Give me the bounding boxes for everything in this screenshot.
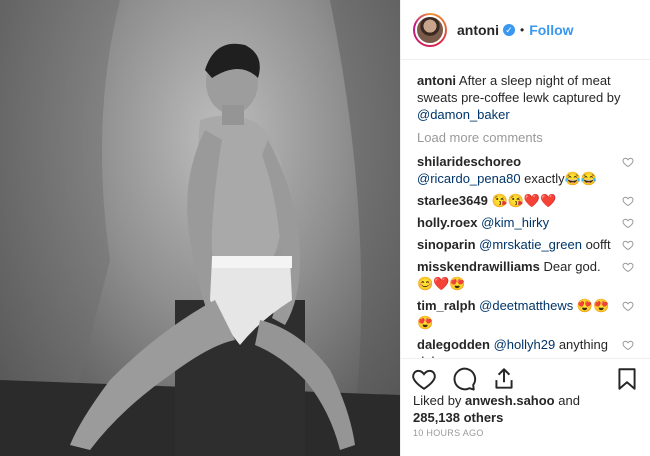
comment-mention[interactable]: @mrskatie_green <box>479 237 582 252</box>
bookmark-icon[interactable] <box>614 366 640 392</box>
header-username[interactable]: antoni <box>457 22 499 38</box>
comment-row: holly.roex @kim_hirky <box>417 214 634 231</box>
verified-badge-icon: ✓ <box>503 23 515 36</box>
comment-username[interactable]: sinoparin <box>417 237 476 252</box>
comment-text: sinoparin @mrskatie_green oofft <box>417 236 622 253</box>
comment-mention[interactable]: @hollyh29 <box>494 337 556 352</box>
likes-prefix: Liked by <box>413 393 462 408</box>
post-side-panel: antoni ✓ • Follow antoni After a sleep n… <box>400 0 650 456</box>
small-heart-icon[interactable] <box>622 195 634 207</box>
header-separator: • <box>520 22 525 37</box>
comment-text: dalegodden @hollyh29 anything duh <box>417 336 622 358</box>
load-more-comments-button[interactable]: Load more comments <box>417 129 634 146</box>
small-heart-icon[interactable] <box>622 239 634 251</box>
comment-username[interactable]: shilarideschoreo <box>417 154 521 169</box>
photo-illustration <box>0 0 400 456</box>
small-heart-icon[interactable] <box>622 261 634 273</box>
comment-row: dalegodden @hollyh29 anything duh <box>417 336 634 358</box>
comment-username[interactable]: holly.roex <box>417 215 477 230</box>
caption-mention[interactable]: @damon_baker <box>417 107 510 122</box>
heart-icon[interactable] <box>411 366 437 392</box>
instagram-post: antoni ✓ • Follow antoni After a sleep n… <box>0 0 650 456</box>
comment-row: tim_ralph @deetmatthews 😍😍😍 <box>417 297 634 331</box>
caption-username[interactable]: antoni <box>417 73 456 88</box>
comment-mention[interactable]: @ricardo_pena80 <box>417 171 521 186</box>
comment-text: tim_ralph @deetmatthews 😍😍😍 <box>417 297 622 331</box>
comment-row: misskendrawilliams Dear god. 😊❤️😍 <box>417 258 634 292</box>
follow-button[interactable]: Follow <box>529 22 573 38</box>
comment-username[interactable]: dalegodden <box>417 337 490 352</box>
small-heart-icon[interactable] <box>622 300 634 312</box>
small-heart-icon[interactable] <box>622 217 634 229</box>
comment-icon[interactable] <box>451 366 477 392</box>
post-caption: antoni After a sleep night of meat sweat… <box>417 72 634 123</box>
comment-mention[interactable]: @kim_hirky <box>481 215 549 230</box>
comment-row: sinoparin @mrskatie_green oofft <box>417 236 634 253</box>
comment-body: 😘😘❤️❤️ <box>491 193 557 208</box>
comment-username[interactable]: starlee3649 <box>417 193 488 208</box>
post-photo[interactable] <box>0 0 400 456</box>
comment-text: misskendrawilliams Dear god. 😊❤️😍 <box>417 258 622 292</box>
comment-username[interactable]: tim_ralph <box>417 298 476 313</box>
small-heart-icon[interactable] <box>622 339 634 351</box>
small-heart-icon[interactable] <box>622 156 634 168</box>
likes-count[interactable]: 285,138 others <box>413 410 503 425</box>
comment-row: shilarideschoreo @ricardo_pena80 exactly… <box>417 153 634 187</box>
post-timestamp[interactable]: 10 HOURS AGO <box>413 428 484 438</box>
share-icon[interactable] <box>491 366 517 392</box>
comments-list[interactable]: antoni After a sleep night of meat sweat… <box>401 60 650 358</box>
likes-user[interactable]: anwesh.sahoo <box>465 393 555 408</box>
comment-username[interactable]: misskendrawilliams <box>417 259 540 274</box>
comment-row: starlee3649 😘😘❤️❤️ <box>417 192 634 209</box>
comment-body: exactly😂😂 <box>524 171 598 186</box>
likes-conj: and <box>558 393 580 408</box>
comment-text: shilarideschoreo @ricardo_pena80 exactly… <box>417 153 622 187</box>
comment-text: starlee3649 😘😘❤️❤️ <box>417 192 622 209</box>
comment-mention[interactable]: @deetmatthews <box>479 298 573 313</box>
avatar[interactable] <box>415 14 445 45</box>
likes-summary: Liked by anwesh.sahoo and 285,138 others <box>413 392 638 426</box>
avatar-ring[interactable] <box>413 12 447 47</box>
post-header: antoni ✓ • Follow <box>401 0 650 60</box>
comment-body: oofft <box>585 237 611 252</box>
comment-text: holly.roex @kim_hirky <box>417 214 622 231</box>
